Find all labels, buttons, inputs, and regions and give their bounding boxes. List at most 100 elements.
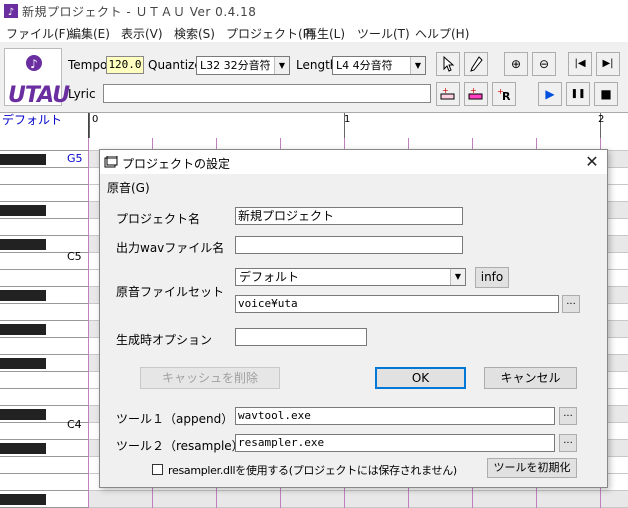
piano-key[interactable] — [0, 185, 88, 202]
piano-key[interactable] — [0, 338, 88, 355]
piano-key[interactable] — [0, 321, 88, 338]
pointer-icon — [443, 55, 455, 72]
stop-icon: ■ — [600, 87, 612, 101]
voicebank-label: 原音ファイルセット — [116, 285, 225, 299]
menu-help[interactable]: ヘルプ(H) — [415, 25, 469, 42]
track-name[interactable]: デフォルト — [0, 113, 88, 139]
output-wav-input[interactable] — [235, 236, 463, 254]
piano-key[interactable] — [0, 138, 88, 151]
quantize-select[interactable]: L32 32分音符 ▼ — [196, 56, 290, 75]
reset-tools-button[interactable]: ツールを初期化 — [487, 458, 577, 478]
piano-key[interactable] — [0, 440, 88, 457]
menu-view[interactable]: 表示(V) — [121, 25, 163, 42]
tool1-input[interactable]: wavtool.exe — [235, 407, 555, 425]
toolbar: ♪ UTAU Tempo 120.0 Quantize L32 32分音符 ▼ … — [0, 42, 628, 112]
resampler-dll-checkbox[interactable] — [152, 464, 163, 475]
quantize-value: L32 32分音符 — [200, 59, 271, 72]
menu-bar: ファイル(F) 編集(E) 表示(V) 検索(S) プロジェクト(P) 再生(L… — [0, 22, 628, 42]
clear-cache-button[interactable]: キャッシュを削除 — [140, 367, 280, 389]
ok-button[interactable]: OK — [375, 367, 466, 389]
tool2-browse-button[interactable]: ... — [559, 434, 577, 452]
play-icon: ▶ — [545, 87, 555, 101]
zoom-in-button[interactable]: ⊕ — [504, 52, 528, 76]
piano-key[interactable] — [0, 372, 88, 389]
project-settings-dialog: プロジェクトの設定 ✕ 原音(G) プロジェクト名 新規プロジェクト 出力wav… — [99, 149, 608, 488]
piano-key[interactable] — [0, 491, 88, 508]
menu-play[interactable]: 再生(L) — [305, 25, 345, 42]
voice-path-browse-button[interactable]: ... — [562, 295, 580, 313]
note-label-g5: G5 — [67, 152, 83, 165]
add-rest-icon: +R — [497, 87, 511, 103]
chevron-down-icon: ▼ — [450, 269, 465, 285]
voicebank-select[interactable]: デフォルト ▼ — [235, 268, 466, 286]
stop-button[interactable]: ■ — [594, 82, 618, 106]
options-input[interactable] — [235, 328, 367, 346]
menu-project[interactable]: プロジェクト(P) — [226, 25, 315, 42]
menu-edit[interactable]: 編集(E) — [69, 25, 110, 42]
piano-key[interactable] — [0, 219, 88, 236]
lyric-label: Lyric — [68, 87, 96, 101]
piano-key[interactable] — [0, 287, 88, 304]
piano-key[interactable] — [0, 168, 88, 185]
track-header: デフォルト 0 1 2 — [0, 112, 628, 139]
piano-black-key — [0, 205, 46, 216]
piano-key[interactable] — [0, 202, 88, 219]
go-start-button[interactable]: |◀ — [568, 52, 592, 76]
voicebank-value: デフォルト — [239, 270, 300, 284]
length-select[interactable]: L4 4分音符 ▼ — [332, 56, 426, 75]
cursor-tool-button[interactable] — [436, 52, 460, 76]
length-value: L4 4分音符 — [336, 59, 393, 72]
close-button[interactable]: ✕ — [581, 151, 603, 173]
piano-key[interactable] — [0, 457, 88, 474]
menu-tools[interactable]: ツール(T) — [357, 25, 410, 42]
options-label: 生成時オプション — [116, 333, 213, 347]
piano-black-key — [0, 494, 46, 505]
tempo-label: Tempo — [68, 58, 108, 72]
pencil-tool-button[interactable] — [464, 52, 488, 76]
tempo-input[interactable]: 120.0 — [106, 56, 144, 74]
svg-text:R: R — [502, 90, 511, 102]
piano-key[interactable] — [0, 389, 88, 406]
utau-app-icon: ♪ — [4, 4, 18, 18]
zoom-out-button[interactable]: ⊖ — [532, 52, 556, 76]
chevron-down-icon: ▼ — [274, 57, 289, 74]
voice-path-input[interactable]: voice¥uta — [235, 295, 559, 313]
skip-end-icon: ▶| — [602, 58, 614, 69]
piano-black-key — [0, 239, 46, 250]
tool2-input[interactable]: resampler.exe — [235, 434, 555, 452]
piano-black-key — [0, 443, 46, 454]
add-note-button[interactable]: + — [464, 82, 488, 106]
piano-black-key — [0, 290, 46, 301]
menu-search[interactable]: 検索(S) — [174, 25, 215, 42]
note-label-c5: C5 — [67, 250, 82, 263]
dialog-title: プロジェクトの設定 — [122, 157, 231, 171]
add-rest-button[interactable]: + R — [492, 82, 516, 106]
project-name-input[interactable]: 新規プロジェクト — [235, 207, 463, 225]
measure-ruler[interactable]: 0 1 2 — [88, 113, 628, 139]
pause-button[interactable]: ❚❚ — [566, 82, 590, 106]
lyric-input[interactable] — [103, 84, 431, 103]
music-note-icon: ♪ — [26, 55, 42, 71]
piano-key[interactable] — [0, 304, 88, 321]
window-title: 新規プロジェクト - ＵＴＡＵ Ver 0.4.18 — [22, 5, 257, 19]
play-button[interactable]: ▶ — [538, 82, 562, 106]
piano-keyboard[interactable] — [0, 138, 88, 508]
piano-key[interactable] — [0, 270, 88, 287]
menu-file[interactable]: ファイル(F) — [6, 25, 70, 42]
svg-text:♪: ♪ — [30, 57, 38, 71]
grid-row — [88, 491, 628, 508]
cancel-button[interactable]: キャンセル — [484, 367, 577, 389]
piano-black-key — [0, 358, 46, 369]
go-end-button[interactable]: ▶| — [596, 52, 620, 76]
piano-black-key — [0, 324, 46, 335]
piano-key[interactable] — [0, 474, 88, 491]
project-name-label: プロジェクト名 — [116, 212, 201, 226]
piano-key[interactable] — [0, 355, 88, 372]
dialog-title-bar: プロジェクトの設定 ✕ — [100, 150, 607, 174]
tool1-browse-button[interactable]: ... — [559, 407, 577, 425]
piano-black-key — [0, 154, 46, 165]
voicebank-menu[interactable]: 原音(G) — [107, 179, 150, 196]
insert-note-button[interactable]: + — [436, 82, 460, 106]
voicebank-info-button[interactable]: info — [475, 267, 509, 288]
chevron-down-icon: ▼ — [410, 57, 425, 74]
